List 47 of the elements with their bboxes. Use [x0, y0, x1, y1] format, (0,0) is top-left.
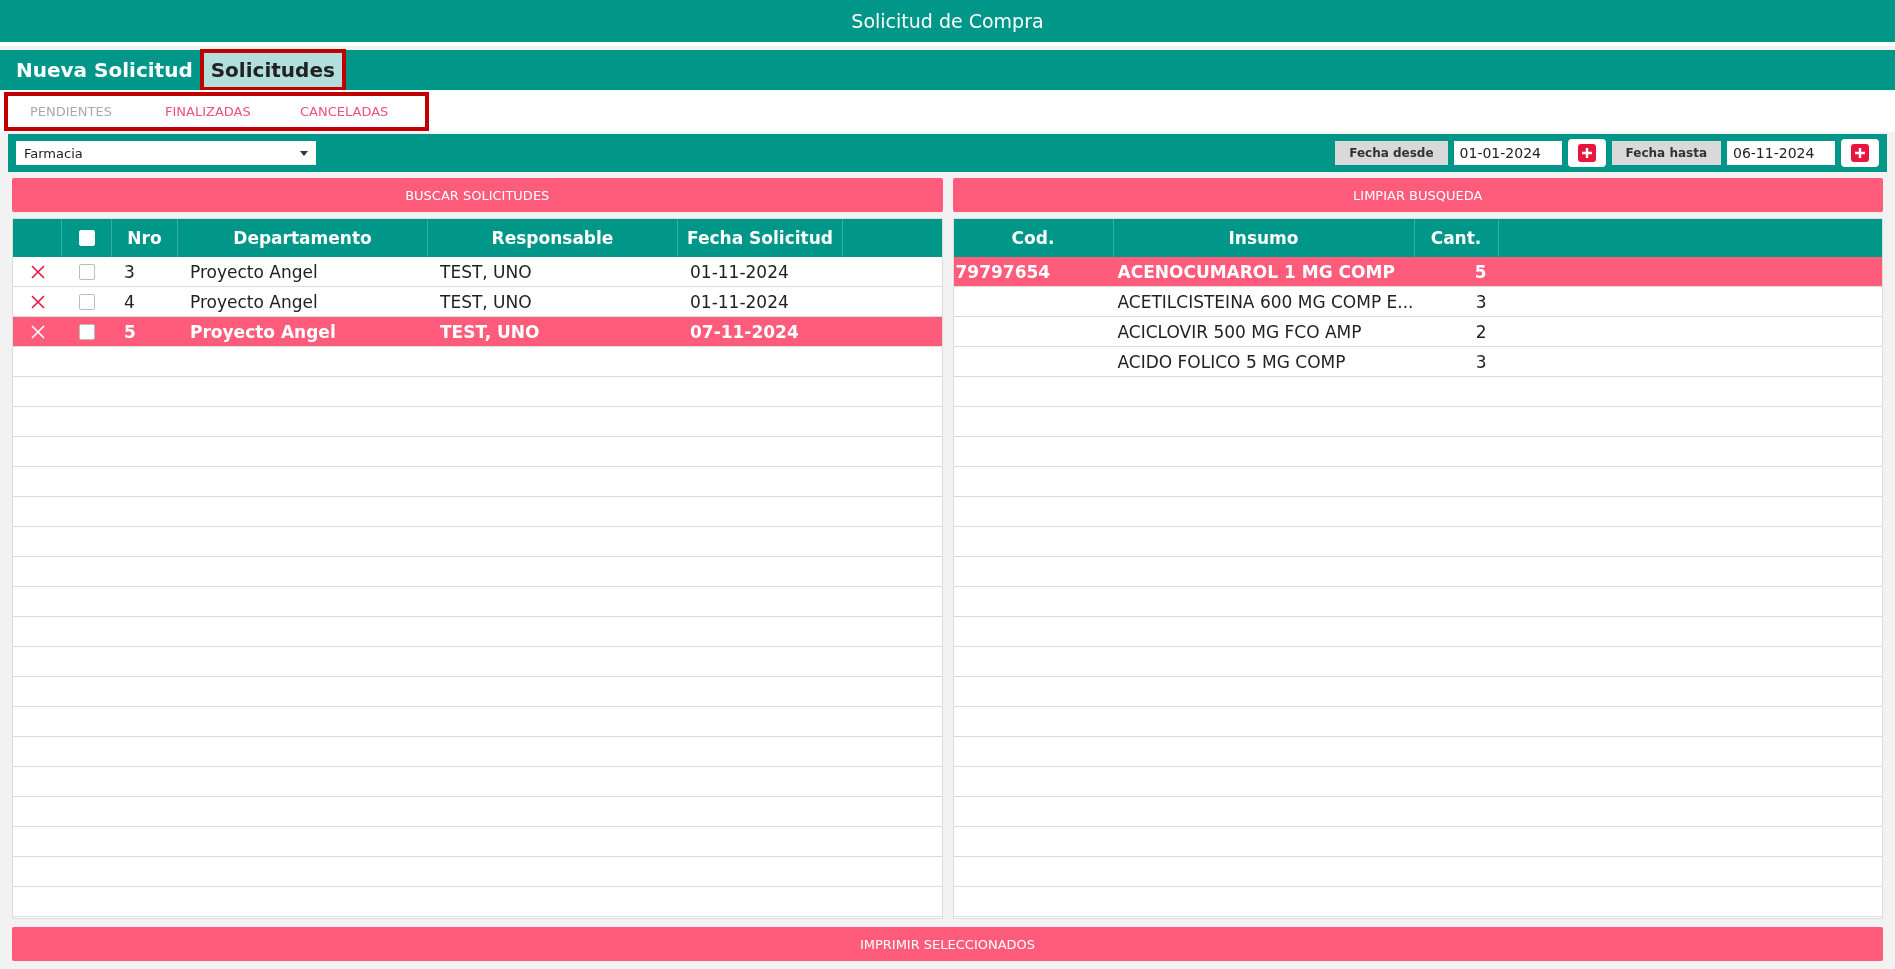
table-cell: TEST, UNO [440, 291, 532, 312]
select-all-checkbox[interactable] [78, 230, 95, 246]
plus-icon [1577, 144, 1596, 162]
table-cell: 2 [1475, 321, 1487, 342]
table-cell: TEST, UNO [440, 261, 532, 282]
tab[interactable]: Nueva Solicitud [8, 52, 201, 88]
table-cell: 3 [124, 261, 135, 282]
delete-icon[interactable] [30, 264, 45, 279]
table-cell: 5 [1474, 261, 1487, 282]
tab[interactable]: Solicitudes [202, 52, 343, 88]
table-cell: 79797654 [955, 261, 1051, 282]
row-checkbox[interactable] [79, 293, 95, 310]
table-cell: 07-11-2024 [690, 321, 799, 342]
table-cell: ACETILCISTEINA 600 MG COMP E... [1117, 291, 1414, 312]
column-header: Responsable [428, 219, 678, 257]
table-cell: Proyecto Angel [190, 291, 318, 312]
row-checkbox[interactable] [79, 263, 95, 280]
table-row[interactable]: 3 Proyecto Angel TEST, UNO 01-11-2024 [13, 257, 942, 287]
date-label: Fecha hasta [1611, 141, 1721, 165]
row-checkbox[interactable] [79, 323, 95, 340]
table-cell: Proyecto Angel [190, 261, 318, 282]
table-cell: 01-11-2024 [690, 291, 789, 312]
column-header: Nro [112, 219, 178, 257]
table-cell: 4 [124, 291, 135, 312]
table-row[interactable]: ACICLOVIR 500 MG FCO AMP 2 [953, 317, 1882, 347]
plus-icon [1851, 144, 1869, 162]
window-title: Solicitud de Compra [851, 10, 1044, 32]
date-field[interactable]: 01-01-2024 [1453, 141, 1562, 165]
date-label: Fecha desde [1335, 141, 1448, 165]
add-button[interactable] [1567, 139, 1606, 167]
table-cell: 3 [1475, 291, 1487, 312]
table-cell: ACICLOVIR 500 MG FCO AMP [1117, 321, 1362, 342]
add-button[interactable] [1841, 139, 1879, 167]
column-header: Fecha Solicitud [678, 219, 843, 257]
delete-icon[interactable] [30, 294, 45, 309]
table-cell: 5 [124, 321, 136, 342]
date-field[interactable]: 06-11-2024 [1727, 141, 1835, 165]
department-dropdown[interactable]: Farmacia [16, 141, 316, 165]
table-cell: TEST, UNO [440, 321, 540, 342]
table-cell: ACIDO FOLICO 5 MG COMP [1117, 351, 1346, 372]
table-cell: 01-11-2024 [690, 261, 789, 282]
caret-icon [300, 150, 308, 156]
table-row[interactable]: ACETILCISTEINA 600 MG COMP E... 3 [953, 287, 1882, 317]
table-cell: ACENOCUMAROL 1 MG COMP [1117, 261, 1395, 282]
table-cell: 3 [1475, 351, 1487, 372]
table-cell: Proyecto Angel [190, 321, 336, 342]
column-header: Departamento [178, 219, 428, 257]
